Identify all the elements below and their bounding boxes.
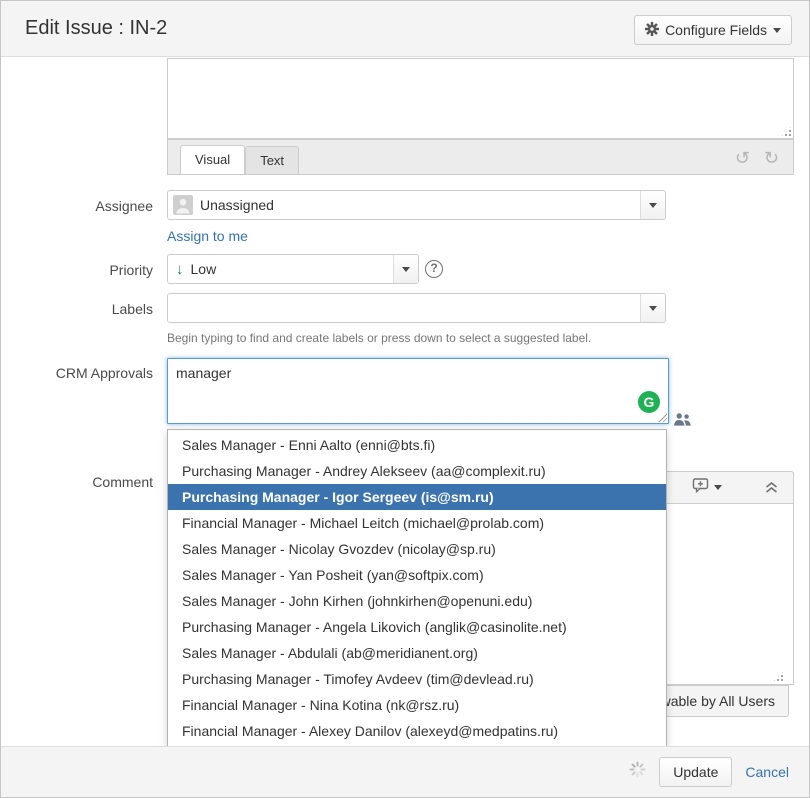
suggestion-item[interactable]: Purchasing Manager - Timofey Avdeev (tim… <box>168 666 666 692</box>
grammarly-icon[interactable]: G <box>638 391 660 413</box>
suggestions-list: Sales Manager - Enni Aalto (enni@bts.fi)… <box>168 430 666 746</box>
priority-value: Low <box>191 261 217 277</box>
update-label: Update <box>673 764 718 780</box>
suggestion-item[interactable]: Financial Manager - Nina Kotina (nk@rsz.… <box>168 692 666 718</box>
undo-icon[interactable]: ↺ <box>735 148 750 169</box>
suggestion-item[interactable]: Sales Manager - Nicolay Gvozdev (nicolay… <box>168 536 666 562</box>
caret-down-icon <box>773 28 781 33</box>
tab-text[interactable]: Text <box>245 146 299 174</box>
configure-fields-button[interactable]: Configure Fields <box>634 15 792 45</box>
comment-label: Comment <box>1 474 153 490</box>
labels-label: Labels <box>1 301 153 317</box>
assignee-label: Assignee <box>1 198 153 214</box>
editor-tabbar: Visual Text ↺ ↻ <box>167 139 794 175</box>
page-title: Edit Issue : IN-2 <box>25 1 167 56</box>
redo-icon[interactable]: ↻ <box>764 148 779 169</box>
update-button[interactable]: Update <box>659 757 732 787</box>
priority-select[interactable]: ↓ Low <box>167 254 419 284</box>
avatar-unassigned-icon <box>173 195 193 215</box>
insert-macro-icon <box>692 477 709 498</box>
collapse-toolbar-icon[interactable] <box>764 481 779 494</box>
labels-dropdown-button[interactable] <box>640 294 665 322</box>
caret-down-icon <box>714 485 722 490</box>
suggestion-item[interactable]: Sales Manager - Enni Aalto (enni@bts.fi) <box>168 432 666 458</box>
suggestion-item[interactable]: Sales Manager - John Kirhen (johnkirhen@… <box>168 588 666 614</box>
assign-to-me-link[interactable]: Assign to me <box>167 228 248 244</box>
crm-approvals-input[interactable]: manager <box>167 358 669 424</box>
dialog-header: Edit Issue : IN-2 Configure Fields <box>1 1 809 57</box>
labels-select[interactable] <box>167 293 666 323</box>
share-users-icon[interactable] <box>673 412 692 432</box>
help-icon[interactable]: ? <box>425 260 443 278</box>
suggestion-item[interactable]: Purchasing Manager - Angela Likovich (an… <box>168 614 666 640</box>
priority-label: Priority <box>1 262 153 278</box>
caret-down-icon <box>402 267 410 272</box>
spinner-icon <box>629 761 646 783</box>
suggestion-item[interactable]: Financial Manager - Alexey Danilov (alex… <box>168 718 666 744</box>
suggestion-item[interactable]: Financial Manager - Michael Leitch (mich… <box>168 510 666 536</box>
suggestion-item[interactable]: Sales Manager - Abdulali (ab@meridianent… <box>168 640 666 666</box>
gear-icon <box>645 22 659 39</box>
edit-issue-dialog: Edit Issue : IN-2 Configure Fields Visua… <box>0 0 810 798</box>
suggestion-item[interactable]: Purchasing Manager - Igor Sergeev (is@sm… <box>168 484 666 510</box>
assignee-value: Unassigned <box>200 197 274 213</box>
crm-suggestions-dropdown: Sales Manager - Enni Aalto (enni@bts.fi)… <box>167 429 667 747</box>
assignee-select[interactable]: Unassigned <box>167 190 666 220</box>
configure-fields-label: Configure Fields <box>665 22 767 38</box>
labels-help-text: Begin typing to find and create labels o… <box>167 331 591 345</box>
priority-dropdown-button[interactable] <box>393 255 418 283</box>
caret-down-icon <box>649 306 657 311</box>
suggestion-item[interactable]: Purchasing Manager - Andrey Alekseev (aa… <box>168 458 666 484</box>
assignee-dropdown-button[interactable] <box>640 191 665 219</box>
dialog-footer: Update Cancel <box>1 746 809 797</box>
suggestion-item[interactable]: Sales Manager - Yan Posheit (yan@softpix… <box>168 562 666 588</box>
priority-low-arrow-icon: ↓ <box>176 261 184 278</box>
tab-visual[interactable]: Visual <box>180 145 245 174</box>
description-textarea[interactable] <box>167 58 794 139</box>
crm-approvals-field: manager G <box>167 358 669 424</box>
caret-down-icon <box>649 203 657 208</box>
insert-macro-button[interactable] <box>692 477 722 498</box>
crm-approvals-label: CRM Approvals <box>1 365 153 381</box>
cancel-link[interactable]: Cancel <box>745 764 789 780</box>
